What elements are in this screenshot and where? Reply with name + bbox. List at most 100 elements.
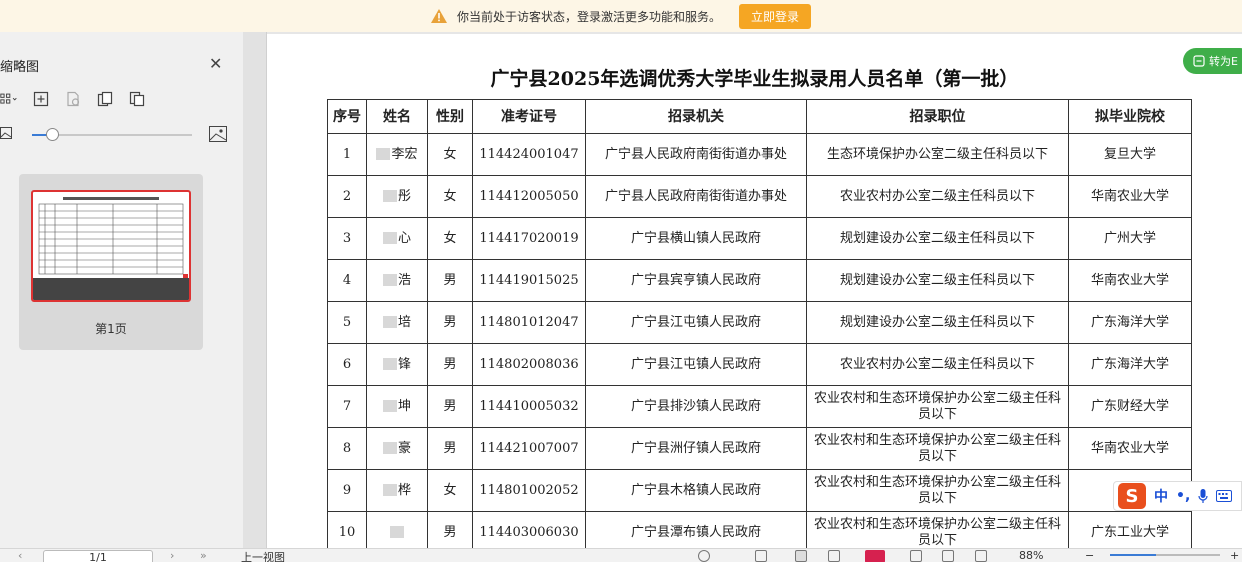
exam-id-cell-text: 114421007007 (479, 440, 579, 456)
name-cell: 培 (366, 301, 428, 344)
agency-cell: 广宁县横山镇人民政府 (585, 217, 807, 260)
copy-page-icon[interactable] (128, 90, 146, 108)
add-page-icon[interactable] (32, 90, 50, 108)
agency-cell: 广宁县宾亨镇人民政府 (585, 259, 807, 302)
zoom-in-icon[interactable]: + (1230, 549, 1239, 562)
next-page-icon[interactable]: › (170, 549, 174, 562)
play-icon[interactable] (865, 550, 885, 562)
exam-id-cell: 114417020019 (472, 217, 586, 260)
close-icon[interactable]: ✕ (209, 54, 222, 73)
agency-cell-text: 广宁县排沙镇人民政府 (630, 398, 761, 414)
school-cell: 广州大学 (1068, 217, 1192, 260)
name-cell-text: 锋 (397, 356, 411, 372)
school-cell: 广东海洋大学 (1068, 343, 1192, 386)
keyboard-icon[interactable] (1216, 490, 1233, 502)
two-page-icon[interactable] (828, 550, 840, 562)
previous-page-icon[interactable]: ‹ (18, 549, 22, 562)
panel-divider[interactable] (243, 32, 267, 548)
thumbnail-size-row (0, 124, 243, 146)
position-cell-text: 农业农村和生态环境保护办公室二级主任科员以下 (813, 474, 1061, 506)
agency-cell-text: 广宁县人民政府南街街道办事处 (604, 188, 787, 204)
name-cell: 李宏 (366, 133, 428, 176)
name-cell: 桦 (366, 469, 428, 512)
redaction-mask (382, 316, 397, 328)
ime-language-toggle[interactable]: 中 (1154, 486, 1168, 506)
header-cell: 招录机关 (585, 99, 807, 134)
table-row: 3 心 女 114417020019 广宁县横山镇人民政府 规划建设办公室二级主任科员以下… (327, 217, 1192, 260)
ime-toolbar[interactable]: S 中 •, (1113, 481, 1242, 511)
page-thumbnail-1[interactable]: 第1页 (19, 174, 203, 350)
login-button[interactable]: 立即登录 (739, 3, 812, 29)
single-page-icon[interactable] (755, 550, 767, 562)
extract-page-icon[interactable] (96, 90, 114, 108)
name-cell: 锋 (366, 343, 428, 386)
table-row: 7 坤 男 114410005032 广宁县排沙镇人民政府 农业农村和生态环境保护办公室二… (327, 385, 1192, 428)
row-number-cell: 4 (327, 259, 367, 302)
gender-cell-text: 女 (443, 188, 457, 204)
school-cell-text: 广州大学 (1103, 230, 1156, 246)
name-cell: 彤 (366, 175, 428, 218)
row-number-cell-text: 5 (342, 314, 352, 330)
warning-icon (430, 9, 447, 23)
microphone-icon[interactable] (1198, 488, 1208, 504)
image-large-icon[interactable] (209, 126, 227, 142)
view-mode-icon[interactable] (698, 550, 710, 562)
name-cell-text: 心 (397, 230, 411, 246)
thumbnail-size-slider-handle[interactable] (46, 128, 59, 141)
gender-cell: 男 (427, 511, 473, 548)
ime-punctuation-toggle[interactable]: •, (1176, 488, 1190, 504)
row-number-cell: 7 (327, 385, 367, 428)
previous-view-button[interactable]: 上一视图 (241, 549, 285, 562)
convert-button[interactable]: 转为E (1183, 48, 1242, 74)
school-cell: 广东财经大学 (1068, 385, 1192, 428)
name-cell (366, 511, 428, 548)
position-cell-text: 生态环境保护办公室二级主任科员以下 (826, 146, 1048, 162)
school-cell-text: 复旦大学 (1103, 146, 1156, 162)
redaction-mask (382, 358, 397, 370)
row-number-cell-text: 7 (342, 398, 352, 414)
agency-cell-text: 广宁县潭布镇人民政府 (630, 524, 761, 540)
fit-width-icon[interactable] (910, 550, 922, 562)
last-page-icon[interactable]: » (200, 549, 207, 562)
fit-page-icon[interactable] (942, 550, 954, 562)
row-number-cell: 8 (327, 427, 367, 470)
gender-cell-text: 女 (443, 482, 457, 498)
exam-id-cell: 114410005032 (472, 385, 586, 428)
row-number-cell: 2 (327, 175, 367, 218)
school-cell-text: 广东工业大学 (1090, 524, 1169, 540)
delete-page-icon[interactable] (64, 90, 82, 108)
row-number-cell-text: 9 (342, 482, 352, 498)
name-cell-text: 培 (397, 314, 411, 330)
header-cell: 性别 (427, 99, 473, 134)
agency-cell-text: 广宁县宾亨镇人民政府 (630, 272, 761, 288)
fullscreen-icon[interactable] (975, 550, 987, 562)
exam-id-cell-text: 114410005032 (479, 398, 579, 414)
page-number-input[interactable]: 1/1 (43, 550, 153, 562)
gender-cell: 男 (427, 427, 473, 470)
exam-id-cell: 114424001047 (472, 133, 586, 176)
table-row: 9 桦 女 114801002052 广宁县木格镇人民政府 农业农村和生态环境保护办公室二… (327, 469, 1192, 512)
grid-view-icon[interactable] (0, 90, 18, 108)
school-cell-text: 华南农业大学 (1090, 188, 1169, 204)
school-cell: 广东海洋大学 (1068, 301, 1192, 344)
agency-cell-text: 广宁县洲仔镇人民政府 (630, 440, 761, 456)
zoom-level[interactable]: 88% (1019, 549, 1043, 562)
gender-cell-text: 男 (443, 272, 457, 288)
convert-icon (1193, 55, 1205, 67)
agency-cell: 广宁县江屯镇人民政府 (585, 301, 807, 344)
gender-cell: 女 (427, 217, 473, 260)
position-cell-text: 规划建设办公室二级主任科员以下 (839, 314, 1035, 330)
name-cell: 浩 (366, 259, 428, 302)
image-small-icon[interactable] (0, 127, 12, 139)
header-cell: 准考证号 (472, 99, 586, 134)
continuous-page-icon[interactable] (795, 550, 807, 562)
header-cell: 序号 (327, 99, 367, 134)
position-cell-text: 规划建设办公室二级主任科员以下 (839, 230, 1035, 246)
position-cell: 规划建设办公室二级主任科员以下 (806, 259, 1069, 302)
exam-id-cell: 114419015025 (472, 259, 586, 302)
zoom-out-icon[interactable]: − (1085, 549, 1094, 562)
ime-logo-icon[interactable]: S (1118, 483, 1146, 509)
position-cell: 规划建设办公室二级主任科员以下 (806, 301, 1069, 344)
table-row: 4 浩 男 114419015025 广宁县宾亨镇人民政府 规划建设办公室二级主任科员以下… (327, 259, 1192, 302)
agency-cell: 广宁县木格镇人民政府 (585, 469, 807, 512)
